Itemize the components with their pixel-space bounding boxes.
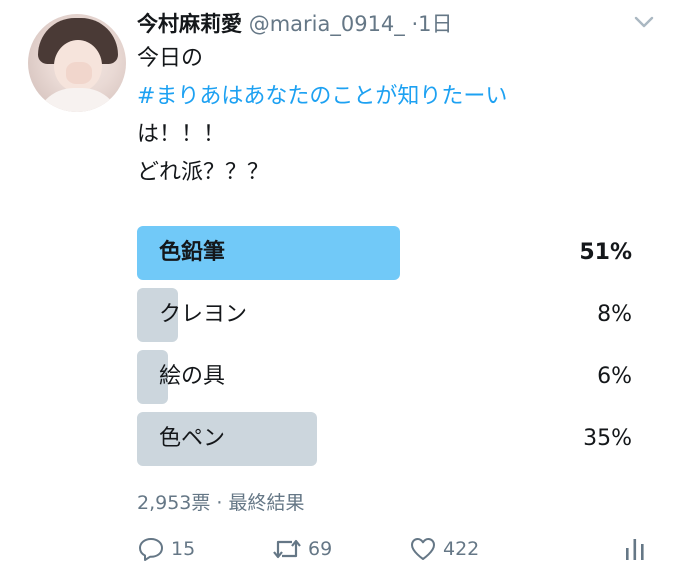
reply-button[interactable]: 15 (137, 533, 195, 565)
poll-option-percent: 6% (597, 364, 632, 389)
reply-count: 15 (171, 538, 196, 560)
retweet-icon (273, 539, 301, 559)
analytics-button[interactable] (624, 533, 646, 565)
tweet-text-line: どれ派？？？ (137, 160, 270, 185)
hashtag-link[interactable]: #まりあはあなたのことが知りたーい (137, 78, 507, 116)
avatar[interactable] (28, 14, 126, 112)
tweet-text-line: は！！！ (137, 122, 226, 147)
tweet-text: 今日の #まりあはあなたのことが知りたーい は！！！ どれ派？？？ (137, 40, 507, 192)
reply-icon (139, 538, 163, 561)
tweet-menu-button[interactable] (634, 14, 654, 33)
poll-option-label: クレヨン (159, 302, 248, 327)
poll-option: 色鉛筆 51% (137, 226, 632, 280)
poll-option-percent: 51% (579, 240, 632, 265)
poll: 色鉛筆 51% クレヨン 8% 絵の具 6% 色ペン 35% (137, 226, 632, 474)
author-name[interactable]: 今村麻莉愛 (137, 12, 242, 36)
poll-option-label: 色鉛筆 (159, 240, 226, 265)
poll-option-percent: 35% (583, 426, 632, 451)
retweet-count: 69 (308, 538, 333, 560)
tweet-text-line: 今日の (137, 46, 204, 71)
tweet-actions: 15 69 422 (137, 533, 647, 565)
poll-option-percent: 8% (597, 302, 632, 327)
heart-icon (411, 538, 435, 560)
author-handle[interactable]: @maria_0914_ (249, 12, 405, 36)
poll-option: 色ペン 35% (137, 412, 632, 466)
tweet-time[interactable]: 1日 (418, 12, 452, 36)
like-count: 422 (443, 538, 480, 560)
like-button[interactable]: 422 (409, 533, 479, 565)
poll-option: クレヨン 8% (137, 288, 632, 342)
poll-option: 絵の具 6% (137, 350, 632, 404)
tweet-header: 今村麻莉愛 @maria_0914_ ·1日 (137, 8, 620, 38)
chevron-down-icon (634, 16, 654, 28)
poll-footer: 2,953票 · 最終結果 (137, 492, 305, 514)
poll-option-label: 絵の具 (159, 364, 226, 389)
poll-option-label: 色ペン (159, 426, 226, 451)
retweet-button[interactable]: 69 (272, 533, 332, 565)
analytics-icon (626, 539, 644, 560)
